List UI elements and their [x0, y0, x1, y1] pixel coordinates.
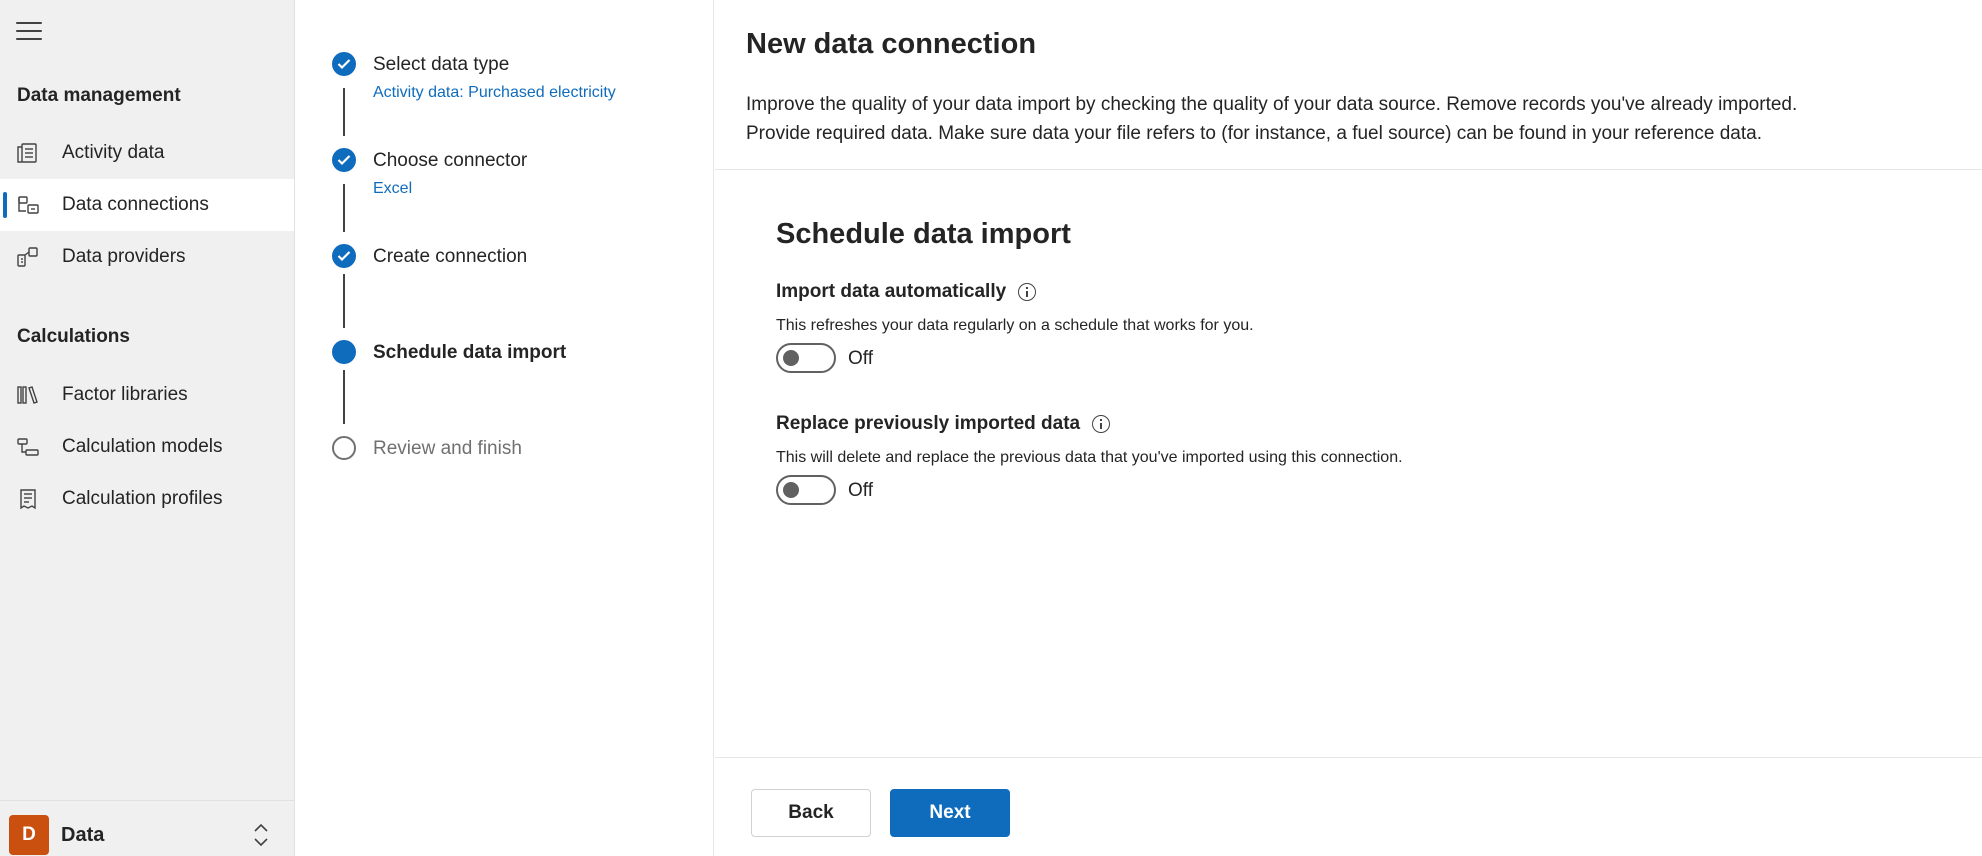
- info-icon[interactable]: [1092, 415, 1111, 433]
- empty-circle-icon: [332, 436, 356, 460]
- document-table-icon: [17, 143, 37, 163]
- database-link-icon: [18, 196, 39, 214]
- back-button[interactable]: Back: [751, 789, 871, 837]
- step-title: Select data type: [373, 54, 510, 75]
- checkmark-circle-icon: [332, 244, 356, 268]
- step-title: Choose connector: [373, 150, 528, 171]
- nav-label-factor-libraries: Factor libraries: [62, 384, 188, 405]
- nav-item-data-providers[interactable]: Data providers: [0, 231, 294, 283]
- step-title: Schedule data import: [373, 342, 567, 363]
- checkmark-circle-icon: [332, 148, 356, 172]
- chevron-up-down-icon[interactable]: [251, 820, 271, 850]
- area-switcher[interactable]: D Data: [0, 800, 294, 856]
- step-select-data-type[interactable]: Select data type Activity data: Purchase…: [332, 52, 712, 112]
- field-help-text: This refreshes your data regularly on a …: [776, 317, 1254, 334]
- checkmark-circle-icon: [332, 52, 356, 76]
- main-content: New data connection Improve the quality …: [715, 0, 1982, 856]
- field-label-text: Import data automatically: [776, 281, 1007, 302]
- data-providers-icon: [17, 247, 38, 267]
- nav-item-data-connections[interactable]: Data connections: [0, 179, 294, 231]
- field-help-text: This will delete and replace the previou…: [776, 449, 1403, 466]
- step-choose-connector[interactable]: Choose connector Excel: [332, 148, 712, 208]
- nav-label-data-connections: Data connections: [62, 194, 209, 215]
- nav-label-activity-data: Activity data: [62, 142, 165, 163]
- nav-section-data-management: Data management: [17, 85, 181, 106]
- toggle-state-label: Off: [848, 480, 873, 501]
- nav-item-factor-libraries[interactable]: Factor libraries: [0, 369, 294, 421]
- divider: [715, 757, 1982, 758]
- nav-label-calculation-profiles: Calculation profiles: [62, 488, 223, 509]
- replace-previous-toggle[interactable]: [776, 475, 836, 505]
- section-title: Schedule data import: [776, 218, 1071, 250]
- toggle-state-label: Off: [848, 348, 873, 369]
- description-line: Improve the quality of your data import …: [746, 94, 1798, 115]
- divider: [715, 169, 1982, 170]
- toggle-knob: [783, 350, 799, 366]
- step-title: Create connection: [373, 246, 528, 267]
- current-step-dot-icon: [332, 340, 356, 364]
- step-schedule-data-import[interactable]: Schedule data import: [332, 340, 712, 370]
- nav-label-calculation-models: Calculation models: [62, 436, 223, 457]
- nav-item-activity-data[interactable]: Activity data: [0, 127, 294, 179]
- field-label-replace-previous: Replace previously imported data: [776, 413, 1111, 435]
- description-line: Provide required data. Make sure data yo…: [746, 123, 1762, 144]
- nav-item-calculation-models[interactable]: Calculation models: [0, 421, 294, 473]
- flowchart-icon: [17, 438, 39, 456]
- page-description: Improve the quality of your data import …: [746, 90, 1966, 148]
- step-subtitle: Activity data: Purchased electricity: [373, 84, 616, 101]
- library-icon: [17, 386, 38, 404]
- step-title: Review and finish: [373, 438, 522, 459]
- import-automatically-toggle[interactable]: [776, 343, 836, 373]
- info-icon[interactable]: [1018, 283, 1037, 301]
- step-review-and-finish[interactable]: Review and finish: [332, 436, 712, 466]
- wizard-stepper: Select data type Activity data: Purchase…: [296, 0, 714, 856]
- step-create-connection[interactable]: Create connection: [332, 244, 712, 274]
- avatar: D: [9, 815, 49, 855]
- left-navigation: Data management Activity data Data conne…: [0, 0, 295, 856]
- nav-section-calculations: Calculations: [17, 326, 130, 347]
- toggle-knob: [783, 482, 799, 498]
- step-connector-line: [343, 274, 345, 328]
- step-connector-line: [343, 370, 345, 424]
- nav-item-calculation-profiles[interactable]: Calculation profiles: [0, 473, 294, 525]
- field-label-import-automatically: Import data automatically: [776, 281, 1037, 303]
- field-label-text: Replace previously imported data: [776, 413, 1081, 434]
- hamburger-icon[interactable]: [16, 20, 42, 42]
- next-button[interactable]: Next: [890, 789, 1010, 837]
- page-title: New data connection: [746, 28, 1037, 60]
- area-switcher-label: Data: [61, 824, 105, 846]
- nav-label-data-providers: Data providers: [62, 246, 186, 267]
- receipt-icon: [20, 489, 36, 510]
- step-subtitle: Excel: [373, 180, 413, 197]
